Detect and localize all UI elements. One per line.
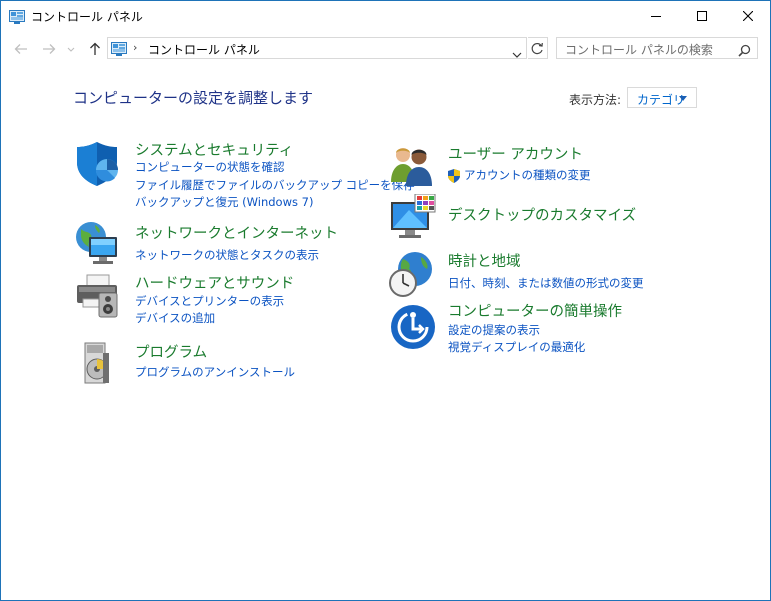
category-desktop-customization: デスクトップのカスタマイズ xyxy=(389,193,729,244)
forward-button[interactable] xyxy=(41,41,57,57)
review-computer-status-link[interactable]: コンピューターの状態を確認 xyxy=(135,159,285,175)
search-box[interactable]: コントロール パネルの検索 xyxy=(556,37,758,59)
dropdown-arrow-icon xyxy=(679,96,687,101)
programs-icon[interactable] xyxy=(75,339,123,387)
chevron-down-icon xyxy=(67,47,75,52)
view-by-label: 表示方法: xyxy=(569,93,622,107)
devices-printers-link[interactable]: デバイスとプリンターの表示 xyxy=(135,293,284,309)
users-icon[interactable] xyxy=(389,142,437,190)
printer-speaker-icon[interactable] xyxy=(75,271,123,319)
recommended-settings-link[interactable]: 設定の提案の表示 xyxy=(448,322,540,338)
clock-globe-icon[interactable] xyxy=(389,251,437,299)
arrow-up-icon xyxy=(90,42,100,55)
refresh-button[interactable] xyxy=(528,37,548,59)
add-device-link[interactable]: デバイスの追加 xyxy=(135,310,215,326)
view-by-dropdown[interactable]: カテゴリ xyxy=(627,87,697,108)
window-title: コントロール パネル xyxy=(31,10,143,24)
uac-shield-icon xyxy=(448,168,460,187)
refresh-icon xyxy=(531,42,543,55)
network-internet-title[interactable]: ネットワークとインターネット xyxy=(135,222,338,243)
close-icon xyxy=(743,11,753,21)
optimize-visual-display-link[interactable]: 視覚ディスプレイの最適化 xyxy=(448,339,585,355)
change-account-type-link[interactable]: アカウントの種類の変更 xyxy=(464,167,591,183)
breadcrumb-separator-icon[interactable]: › xyxy=(133,41,137,54)
backup-restore-link[interactable]: バックアップと復元 (Windows 7) xyxy=(135,194,313,210)
clock-region-title[interactable]: 時計と地域 xyxy=(448,250,521,271)
address-bar[interactable]: › コントロール パネル › xyxy=(107,37,527,59)
category-clock-region: 時計と地域 日付、時刻、または数値の形式の変更 xyxy=(389,251,729,301)
chevron-down-icon xyxy=(512,52,522,58)
category-programs: プログラム プログラムのアンインストール xyxy=(75,339,375,389)
change-date-time-format-link[interactable]: 日付、時刻、または数値の形式の変更 xyxy=(448,275,644,291)
category-ease-of-access: コンピューターの簡単操作 設定の提案の表示 視覚ディスプレイの最適化 xyxy=(389,301,729,361)
control-panel-icon xyxy=(9,9,25,28)
breadcrumb-separator-icon[interactable]: › xyxy=(240,41,244,54)
file-history-backup-link[interactable]: ファイル履歴でファイルのバックアップ コピーを保存 xyxy=(135,177,415,193)
category-system-security: システムとセキュリティ コンピューターの状態を確認 ファイル履歴でファイルのバッ… xyxy=(75,139,415,210)
programs-title[interactable]: プログラム xyxy=(135,341,207,362)
category-network-internet: ネットワークとインターネット ネットワークの状態とタスクの表示 xyxy=(75,219,375,269)
maximize-icon xyxy=(697,11,707,21)
page-title: コンピューターの設定を調整します xyxy=(73,89,314,107)
search-input[interactable]: コントロール パネルの検索 xyxy=(565,41,713,58)
user-accounts-title[interactable]: ユーザー アカウント xyxy=(448,143,583,164)
navigation-bar: › コントロール パネル › コントロール パネルの検索 xyxy=(1,35,770,63)
network-globe-icon[interactable] xyxy=(75,219,123,267)
desktop-display-icon[interactable] xyxy=(389,193,437,242)
desktop-customization-title[interactable]: デスクトップのカスタマイズ xyxy=(448,204,636,225)
view-by-value[interactable]: カテゴリ xyxy=(637,91,685,108)
uninstall-program-link[interactable]: プログラムのアンインストール xyxy=(135,364,295,380)
control-panel-window: コントロール パネル › コントロール パネル › コントロール パネルの検索 … xyxy=(0,0,771,601)
ease-of-access-icon[interactable] xyxy=(389,301,437,349)
category-hardware-sound: ハードウェアとサウンド デバイスとプリンターの表示 デバイスの追加 xyxy=(75,271,375,331)
arrow-left-icon xyxy=(14,44,27,54)
maximize-button[interactable] xyxy=(679,1,725,31)
control-panel-icon xyxy=(111,41,127,60)
recent-locations-button[interactable] xyxy=(66,41,76,57)
title-bar[interactable]: コントロール パネル xyxy=(1,1,770,31)
up-button[interactable] xyxy=(87,41,103,57)
security-shield-icon[interactable] xyxy=(75,140,123,188)
system-security-title[interactable]: システムとセキュリティ xyxy=(135,139,293,160)
ease-of-access-title[interactable]: コンピューターの簡単操作 xyxy=(448,300,622,321)
search-icon[interactable] xyxy=(738,42,751,61)
category-user-accounts: ユーザー アカウント アカウントの種類の変更 xyxy=(389,142,729,192)
address-history-button[interactable] xyxy=(512,44,522,63)
minimize-icon xyxy=(651,16,661,17)
back-button[interactable] xyxy=(13,41,29,57)
arrow-right-icon xyxy=(43,44,56,54)
close-button[interactable] xyxy=(725,1,770,31)
network-status-link[interactable]: ネットワークの状態とタスクの表示 xyxy=(135,247,319,263)
hardware-sound-title[interactable]: ハードウェアとサウンド xyxy=(135,272,294,293)
minimize-button[interactable] xyxy=(633,1,679,31)
